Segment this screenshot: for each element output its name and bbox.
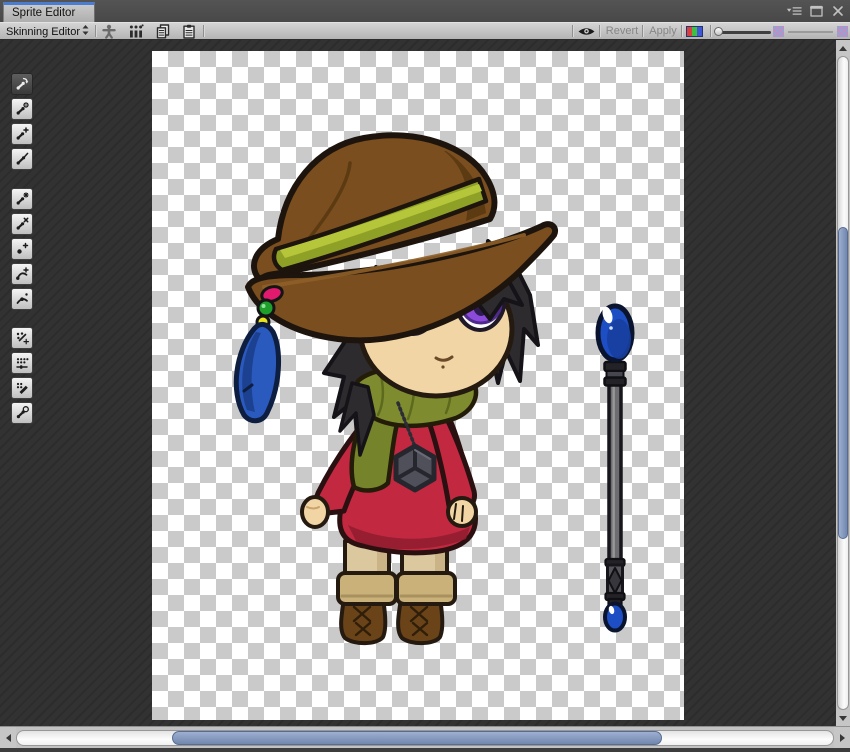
tool-split-bone[interactable]	[11, 148, 33, 170]
vertical-scrollbar-track[interactable]	[837, 56, 849, 710]
overlay-texture-swatch-icon	[773, 26, 784, 37]
character-sprite	[236, 135, 555, 643]
vertical-scrollbar-thumb[interactable]	[838, 227, 848, 540]
mode-dropdown[interactable]: Skinning Editor	[2, 24, 92, 39]
weight-slider-icon	[15, 356, 29, 370]
rgb-channels-swatch	[686, 26, 703, 37]
copy-button[interactable]	[153, 24, 173, 39]
scroll-right-button[interactable]	[834, 727, 850, 748]
tool-create-edge[interactable]	[11, 263, 33, 285]
preview-pose-icon	[15, 77, 29, 91]
window-menu-icon[interactable]	[786, 3, 802, 19]
sprite-canvas[interactable]	[152, 51, 684, 720]
overlay-opacity-slider[interactable]	[712, 25, 772, 38]
tool-create-vertex[interactable]	[11, 238, 33, 260]
tool-weight-slider[interactable]	[11, 352, 33, 374]
paste-icon	[181, 24, 197, 39]
horizontal-scrollbar-thumb[interactable]	[172, 731, 662, 745]
toolbar-separator	[642, 25, 643, 37]
tool-create-bone[interactable]	[11, 123, 33, 145]
paste-button[interactable]	[179, 24, 199, 39]
vertical-scrollbar[interactable]	[836, 40, 850, 726]
tab-title: Sprite Editor	[12, 7, 75, 19]
tool-edit-joints[interactable]	[11, 98, 33, 120]
edit-geometry-icon	[15, 217, 29, 231]
edit-joints-icon	[15, 102, 29, 116]
down-arrow-icon	[839, 716, 847, 721]
create-edge-icon	[15, 267, 29, 281]
create-bone-icon	[15, 127, 29, 141]
split-bone-icon	[15, 152, 29, 166]
tool-sidebar	[11, 73, 33, 427]
staff-sprite	[598, 306, 632, 631]
sprite-editor-window: Sprite Editor Skinning Editor	[0, 0, 850, 752]
tool-auto-geometry[interactable]	[11, 188, 33, 210]
weight-brush-icon	[15, 381, 29, 395]
maximize-icon[interactable]	[808, 3, 824, 19]
window-bottom-strip	[0, 748, 850, 752]
apply-button[interactable]: Apply	[645, 24, 681, 39]
up-arrow-icon	[839, 46, 847, 51]
tab-sprite-editor[interactable]: Sprite Editor	[3, 2, 95, 22]
horizontal-scrollbar[interactable]	[0, 726, 850, 748]
horizontal-scrollbar-track[interactable]	[16, 730, 834, 746]
scroll-up-button[interactable]	[836, 40, 850, 56]
auto-weights-icon	[15, 331, 29, 345]
slider-track	[716, 31, 771, 34]
bone-influence-icon	[15, 406, 29, 420]
revert-button[interactable]: Revert	[602, 24, 642, 39]
scroll-left-button[interactable]	[0, 727, 16, 748]
mode-dropdown-label: Skinning Editor	[6, 26, 80, 38]
eye-icon	[577, 25, 596, 38]
copy-icon	[155, 24, 171, 39]
toolbar: Skinning Editor	[0, 22, 850, 40]
window-controls	[786, 0, 846, 22]
boots	[338, 573, 455, 643]
toolbar-separator	[572, 25, 573, 37]
tool-edit-geometry[interactable]	[11, 213, 33, 235]
toolbar-separator	[681, 25, 682, 37]
toolbar-separator	[95, 25, 96, 37]
texture-opacity-slider[interactable]	[788, 31, 833, 33]
spritesheet-mode-button[interactable]	[126, 24, 146, 39]
slider-knob[interactable]	[714, 27, 723, 36]
close-icon[interactable]	[830, 3, 846, 19]
tool-bone-influence[interactable]	[11, 402, 33, 424]
tool-preview-pose[interactable]	[11, 73, 33, 95]
visibility-button[interactable]	[576, 24, 596, 39]
right-arrow-icon	[840, 734, 845, 742]
auto-geometry-icon	[15, 192, 29, 206]
character-mode-button[interactable]	[99, 24, 119, 39]
character-mode-icon	[101, 24, 117, 39]
left-arrow-icon	[6, 734, 11, 742]
dropdown-caret-icon	[82, 25, 89, 38]
sprite-artwork	[152, 51, 684, 720]
toolbar-separator	[203, 25, 204, 37]
tool-weight-brush[interactable]	[11, 377, 33, 399]
toolbar-separator	[599, 25, 600, 37]
split-edge-icon	[15, 292, 29, 306]
tool-split-edge[interactable]	[11, 288, 33, 310]
scroll-down-button[interactable]	[836, 710, 850, 726]
toolbar-separator	[710, 25, 711, 37]
tool-auto-weights[interactable]	[11, 327, 33, 349]
spritesheet-mode-icon	[128, 24, 144, 39]
titlebar: Sprite Editor	[0, 0, 850, 22]
texture-swatch-icon	[837, 26, 848, 37]
create-vertex-icon	[15, 242, 29, 256]
